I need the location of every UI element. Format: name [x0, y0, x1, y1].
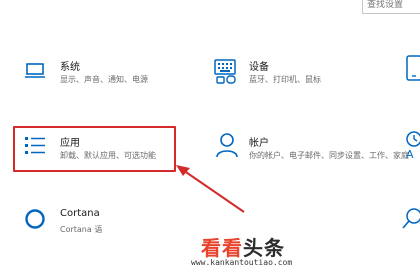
- tile-devices-desc: 蓝牙、打印机、鼠标: [249, 75, 321, 84]
- tile-cortana[interactable]: Cortana Cortana 语: [20, 206, 130, 240]
- tile-accounts-desc: 你的帐户、电子邮件、同步设置、工作、家庭: [249, 151, 409, 160]
- tile-cortana-title: Cortana: [60, 208, 100, 219]
- cortana-ring-icon: [24, 208, 46, 234]
- tile-system[interactable]: 系统 显示、声音、通知、电源: [20, 58, 190, 92]
- tile-devices[interactable]: 设备 蓝牙、打印机、鼠标: [213, 58, 353, 92]
- watermark-text-b: 头条: [243, 236, 285, 260]
- tile-devices-title: 设备: [249, 62, 269, 73]
- phone-icon[interactable]: [404, 54, 420, 86]
- svg-text:A: A: [406, 148, 414, 160]
- tile-accounts[interactable]: 帐户 你的帐户、电子邮件、同步设置、工作、家庭: [213, 130, 409, 174]
- laptop-icon: [24, 62, 46, 84]
- watermark-url: www.kankantoutiao.com: [191, 258, 293, 267]
- person-icon: [215, 132, 239, 162]
- search-magnifier-icon[interactable]: [402, 206, 420, 234]
- watermark: 看看头条 www.kankantoutiao.com: [191, 232, 331, 272]
- tile-cortana-desc: Cortana 语: [60, 225, 103, 234]
- time-language-icon[interactable]: A: [402, 130, 420, 164]
- search-input[interactable]: 查找设置: [362, 0, 420, 14]
- tile-system-title: 系统: [60, 62, 80, 73]
- tile-accounts-title: 帐户: [249, 138, 269, 149]
- keyboard-devices-icon: [213, 58, 239, 88]
- highlight-box: [13, 126, 176, 172]
- watermark-text-a: 看看: [201, 236, 243, 260]
- tile-system-desc: 显示、声音、通知、电源: [60, 75, 148, 84]
